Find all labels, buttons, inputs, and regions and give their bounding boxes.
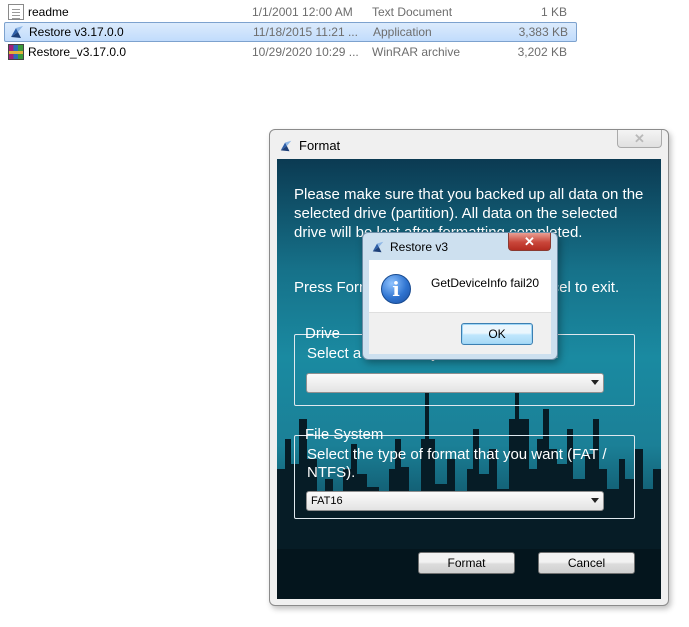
file-type: WinRAR archive: [372, 45, 461, 59]
file-system-select[interactable]: FAT16: [306, 491, 604, 511]
file-date: 10/29/2020 10:29 ...: [252, 45, 359, 59]
file-size: 3,383 KB: [518, 25, 568, 39]
message-box-title: Restore v3: [390, 240, 449, 254]
file-system-select-value: FAT16: [311, 495, 343, 507]
close-button[interactable]: ✕: [617, 130, 662, 148]
drive-group-label: Drive: [305, 325, 341, 342]
file-type: Application: [373, 25, 432, 39]
message-box-close-button[interactable]: ✕: [508, 233, 551, 251]
app-icon: [371, 240, 385, 254]
message-box-body: i GetDeviceInfo fail20: [369, 260, 551, 312]
file-system-group: File System Select the type of format th…: [294, 426, 635, 519]
chevron-down-icon: [591, 380, 599, 385]
close-icon: ✕: [524, 233, 535, 249]
file-size: 1 KB: [540, 5, 567, 19]
information-icon: i: [381, 274, 411, 304]
format-client-area: Please make sure that you backed up all …: [277, 159, 661, 599]
file-name: Restore v3.17.0.0: [29, 25, 124, 39]
file-name: readme: [28, 5, 69, 19]
information-icon-glyph: i: [392, 277, 400, 301]
file-type: Text Document: [372, 5, 453, 19]
file-size: 3,202 KB: [517, 45, 567, 59]
app-icon: [279, 139, 293, 153]
file-name: Restore_v3.17.0.0: [28, 45, 127, 59]
file-row-readme[interactable]: readme 1/1/2001 12:00 AM Text Document 1…: [4, 2, 577, 22]
chevron-down-icon: [591, 498, 599, 503]
ok-button[interactable]: OK: [461, 323, 533, 345]
application-icon: [9, 24, 25, 40]
file-system-group-label: File System: [305, 426, 384, 443]
window-title: Format: [299, 138, 341, 153]
close-icon: ✕: [634, 130, 645, 146]
restore-message-box: Restore v3 ✕ i GetDeviceInfo fail20 OK: [362, 232, 558, 360]
text-document-icon: [8, 4, 24, 20]
format-window: Format ✕ Please make sure that you backe…: [269, 129, 669, 606]
file-row-restore-archive[interactable]: Restore_v3.17.0.0 10/29/2020 10:29 ... W…: [4, 42, 577, 62]
drive-select[interactable]: [306, 373, 604, 393]
winrar-archive-icon: [8, 44, 24, 60]
file-date: 1/1/2001 12:00 AM: [252, 5, 353, 19]
file-row-restore-app[interactable]: Restore v3.17.0.0 11/18/2015 11:21 ... A…: [4, 22, 577, 42]
message-box-footer: OK: [369, 312, 551, 354]
cancel-button[interactable]: Cancel: [538, 552, 635, 574]
file-date: 11/18/2015 11:21 ...: [253, 25, 358, 39]
file-system-group-description: Select the type of format that you want …: [307, 446, 607, 481]
format-button[interactable]: Format: [418, 552, 515, 574]
message-box-text: GetDeviceInfo fail20: [431, 276, 540, 290]
